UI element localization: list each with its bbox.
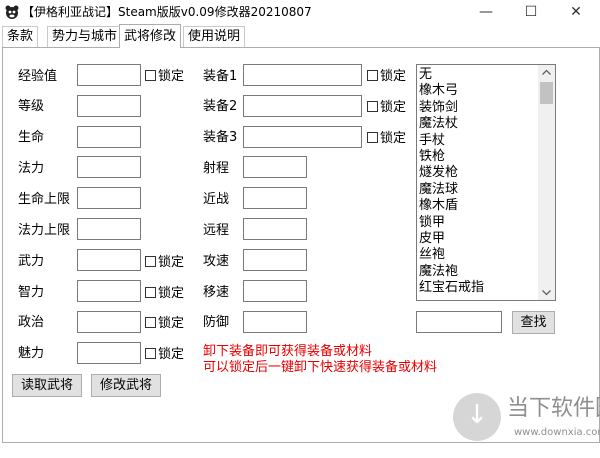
lock-politics-checkbox[interactable] bbox=[145, 317, 156, 328]
label-move-speed: 移速 bbox=[203, 285, 230, 300]
lock-charm-checkbox[interactable] bbox=[145, 348, 156, 359]
window-title: 【伊格利亚战记】Steam版版v0.09修改器20210807 bbox=[22, 5, 312, 19]
label-intel: 智力 bbox=[18, 285, 45, 300]
equipment-list-item[interactable]: 橡木盾 bbox=[419, 198, 539, 214]
lock-equip2-checkbox[interactable] bbox=[367, 101, 378, 112]
maximize-icon[interactable]: ☐ bbox=[509, 0, 553, 24]
lock-force-label: 锁定 bbox=[158, 255, 185, 270]
equipment-listbox[interactable]: 无橡木弓 装饰剑 魔法杖 手杖 铁枪 燧发枪 魔法球 橡木盾 锁甲 皮甲 丝袍 魔法袍 红宝石戒指 bbox=[416, 64, 556, 301]
label-exp: 经验值 bbox=[18, 69, 58, 84]
scroll-up-icon[interactable] bbox=[542, 69, 551, 76]
equipment-list-item[interactable]: 装饰剑 bbox=[419, 100, 539, 116]
lock-equip2-label: 锁定 bbox=[380, 100, 407, 115]
politics-input[interactable] bbox=[77, 311, 141, 333]
equipment-list-items: 无橡木弓 装饰剑 魔法杖 手杖 铁枪 燧发枪 魔法球 橡木盾 锁甲 皮甲 丝袍 魔法袍 红宝石戒指 bbox=[419, 67, 539, 296]
lock-equip3-checkbox[interactable] bbox=[367, 132, 378, 143]
label-range: 射程 bbox=[203, 161, 230, 176]
label-equip1: 装备1 bbox=[203, 69, 238, 84]
label-atk-speed: 攻速 bbox=[203, 254, 230, 269]
equip2-input[interactable] bbox=[243, 95, 362, 117]
search-button[interactable]: 查找 bbox=[512, 311, 555, 334]
hp-input[interactable] bbox=[77, 126, 141, 148]
move-speed-input[interactable] bbox=[243, 280, 307, 302]
atk-speed-input[interactable] bbox=[243, 249, 307, 271]
equipment-list-item[interactable]: 魔法球 bbox=[419, 182, 539, 198]
notice-line1: 卸下装备即可获得装备或材料 bbox=[203, 344, 373, 359]
lock-charm-label: 锁定 bbox=[158, 347, 185, 362]
equipment-list-item[interactable]: 燧发枪 bbox=[419, 165, 539, 181]
watermark-name: 当下软件园 bbox=[507, 396, 600, 421]
tab-terms[interactable]: 条款 bbox=[2, 26, 39, 47]
scroll-thumb[interactable] bbox=[540, 82, 553, 104]
label-equip3: 装备3 bbox=[203, 130, 238, 145]
range-input[interactable] bbox=[243, 156, 307, 178]
equipment-list-item[interactable]: 无 bbox=[419, 67, 539, 83]
watermark-logo-glyph: ↓ bbox=[466, 400, 488, 430]
title-bar: 【伊格利亚战记】Steam版版v0.09修改器20210807 — ☐ ✕ bbox=[0, 0, 600, 24]
intel-input[interactable] bbox=[77, 280, 141, 302]
read-general-button[interactable]: 读取武将 bbox=[12, 374, 82, 397]
label-mp: 法力 bbox=[18, 161, 45, 176]
label-equip2: 装备2 bbox=[203, 99, 238, 114]
equipment-list-item[interactable]: 魔法袍 bbox=[419, 264, 539, 280]
lock-equip3-label: 锁定 bbox=[380, 131, 407, 146]
scroll-down-icon[interactable] bbox=[542, 289, 551, 296]
minimize-icon[interactable]: — bbox=[464, 0, 508, 24]
mp-input[interactable] bbox=[77, 156, 141, 178]
label-level: 等级 bbox=[18, 99, 45, 114]
exp-input[interactable] bbox=[77, 64, 141, 86]
equipment-list-item[interactable]: 锁甲 bbox=[419, 215, 539, 231]
equipment-list-item[interactable]: 红宝石戒指 bbox=[419, 280, 539, 296]
equipment-list-item[interactable]: 魔法杖 bbox=[419, 116, 539, 132]
lock-exp-label: 锁定 bbox=[158, 69, 185, 84]
melee-input[interactable] bbox=[243, 187, 307, 209]
lock-intel-checkbox[interactable] bbox=[145, 287, 156, 298]
lock-equip1-checkbox[interactable] bbox=[367, 70, 378, 81]
equipment-list-item[interactable]: 手杖 bbox=[419, 133, 539, 149]
equipment-list-item[interactable]: 铁枪 bbox=[419, 149, 539, 165]
tab-instructions[interactable]: 使用说明 bbox=[183, 26, 246, 47]
force-input[interactable] bbox=[77, 249, 141, 271]
hp-max-input[interactable] bbox=[77, 187, 141, 209]
equipment-list-item[interactable]: 皮甲 bbox=[419, 231, 539, 247]
ranged-input[interactable] bbox=[243, 218, 307, 240]
close-icon[interactable]: ✕ bbox=[554, 0, 598, 24]
search-input[interactable] bbox=[416, 311, 502, 333]
lock-equip1-label: 锁定 bbox=[380, 69, 407, 84]
label-force: 武力 bbox=[18, 254, 45, 269]
lock-politics-label: 锁定 bbox=[158, 316, 185, 331]
watermark-url: www.downxia.com bbox=[514, 427, 600, 438]
label-charm: 魅力 bbox=[18, 346, 45, 361]
label-mp-max: 法力上限 bbox=[18, 223, 71, 238]
notice-line2: 可以锁定后一键卸下快速获得装备或材料 bbox=[203, 360, 438, 375]
label-defense: 防御 bbox=[203, 315, 230, 330]
equipment-list-item[interactable]: 橡木弓 bbox=[419, 83, 539, 99]
modify-general-button[interactable]: 修改武将 bbox=[91, 374, 161, 397]
watermark-logo-icon: ↓ bbox=[453, 393, 501, 441]
defense-input[interactable] bbox=[243, 311, 307, 333]
label-hp: 生命 bbox=[18, 130, 45, 145]
equip3-input[interactable] bbox=[243, 126, 362, 148]
mp-max-input[interactable] bbox=[77, 218, 141, 240]
tab-factions-cities[interactable]: 势力与城市 bbox=[47, 26, 123, 47]
lock-force-checkbox[interactable] bbox=[145, 256, 156, 267]
app-icon bbox=[5, 5, 19, 19]
lock-exp-checkbox[interactable] bbox=[145, 70, 156, 81]
label-melee: 近战 bbox=[203, 192, 230, 207]
equipment-list-item[interactable]: 丝袍 bbox=[419, 247, 539, 263]
listbox-scrollbar[interactable] bbox=[538, 65, 555, 300]
level-input[interactable] bbox=[77, 95, 141, 117]
label-politics: 政治 bbox=[18, 315, 45, 330]
tab-general-edit[interactable]: 武将修改 bbox=[119, 24, 182, 48]
equip1-input[interactable] bbox=[243, 64, 362, 86]
label-ranged: 远程 bbox=[203, 223, 230, 238]
lock-intel-label: 锁定 bbox=[158, 286, 185, 301]
charm-input[interactable] bbox=[77, 342, 141, 364]
label-hp-max: 生命上限 bbox=[18, 192, 71, 207]
